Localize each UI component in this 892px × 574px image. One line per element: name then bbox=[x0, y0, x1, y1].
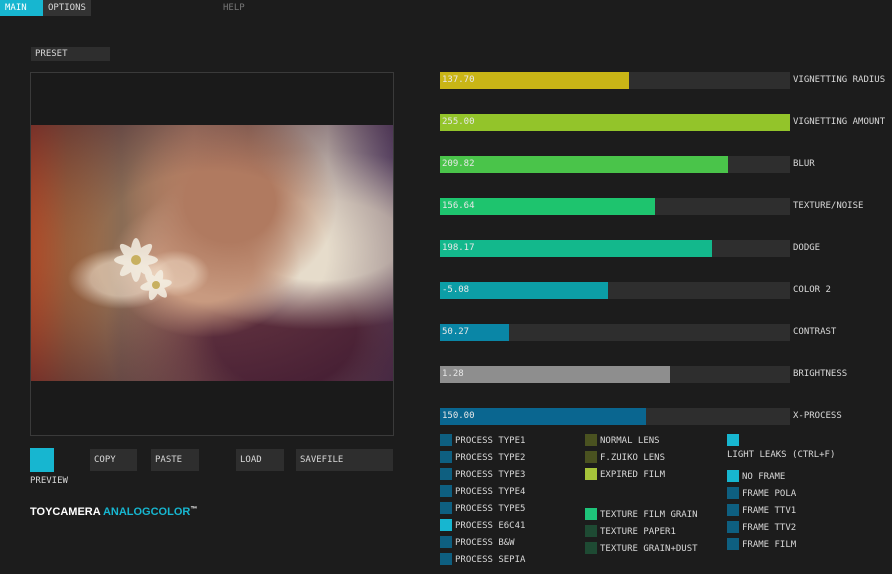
brand-trademark: ™ bbox=[190, 506, 198, 513]
slider-value: 209.82 bbox=[442, 159, 475, 169]
light-leaks-toggle[interactable] bbox=[727, 434, 739, 446]
option-checkbox[interactable] bbox=[585, 542, 597, 554]
slider-label: TEXTURE/NOISE bbox=[793, 201, 864, 211]
option-checkbox[interactable] bbox=[727, 538, 739, 550]
slider-dodge[interactable]: 198.17 bbox=[440, 240, 790, 257]
option-checkbox[interactable] bbox=[585, 468, 597, 480]
option-label: PROCESS TYPE3 bbox=[455, 470, 526, 480]
brand-name-analogcolor: ANALOGCOLOR bbox=[102, 506, 191, 518]
slider-value: -5.08 bbox=[442, 285, 470, 295]
option-checkbox[interactable] bbox=[440, 536, 452, 548]
option-label: PROCESS B&W bbox=[455, 538, 515, 548]
option-label: PROCESS TYPE5 bbox=[455, 504, 526, 514]
option-label: FRAME TTV2 bbox=[742, 523, 797, 533]
slider-vignetting-radius[interactable]: 137.70 bbox=[440, 72, 790, 89]
slider-value: 156.64 bbox=[442, 201, 475, 211]
slider-x-process[interactable]: 150.00 bbox=[440, 408, 790, 425]
option-checkbox[interactable] bbox=[440, 553, 452, 565]
option-checkbox[interactable] bbox=[440, 468, 452, 480]
option-checkbox[interactable] bbox=[585, 508, 597, 520]
preview-label: PREVIEW bbox=[30, 476, 68, 486]
savefile-button[interactable]: SAVEFILE bbox=[296, 449, 393, 471]
slider-value: 255.00 bbox=[442, 117, 475, 127]
slider-color-2[interactable]: -5.08 bbox=[440, 282, 790, 299]
option-checkbox[interactable] bbox=[585, 434, 597, 446]
slider-fill bbox=[440, 240, 712, 257]
preset-button[interactable]: PRESET bbox=[31, 47, 110, 61]
option-checkbox[interactable] bbox=[727, 470, 739, 482]
option-checkbox[interactable] bbox=[440, 519, 452, 531]
option-checkbox[interactable] bbox=[585, 451, 597, 463]
slider-blur[interactable]: 209.82 bbox=[440, 156, 790, 173]
option-label: TEXTURE PAPER1 bbox=[600, 527, 676, 537]
option-label: NO FRAME bbox=[742, 472, 786, 482]
slider-fill bbox=[440, 156, 728, 173]
option-label: FRAME TTV1 bbox=[742, 506, 797, 516]
preview-toggle[interactable] bbox=[30, 448, 54, 472]
slider-value: 50.27 bbox=[442, 327, 470, 337]
tab-main[interactable]: MAIN bbox=[0, 0, 43, 16]
option-label: TEXTURE FILM GRAIN bbox=[600, 510, 698, 520]
option-label: PROCESS TYPE4 bbox=[455, 487, 526, 497]
slider-value: 1.28 bbox=[442, 369, 464, 379]
option-label: PROCESS TYPE1 bbox=[455, 436, 526, 446]
option-checkbox[interactable] bbox=[727, 521, 739, 533]
option-checkbox[interactable] bbox=[727, 504, 739, 516]
slider-label: BLUR bbox=[793, 159, 815, 169]
slider-fill bbox=[440, 114, 790, 131]
slider-label: DODGE bbox=[793, 243, 821, 253]
slider-label: VIGNETTING RADIUS bbox=[793, 75, 886, 85]
option-checkbox[interactable] bbox=[585, 525, 597, 537]
slider-label: CONTRAST bbox=[793, 327, 837, 337]
load-button[interactable]: LOAD bbox=[236, 449, 284, 471]
option-label: F.ZUIKO LENS bbox=[600, 453, 666, 463]
slider-value: 198.17 bbox=[442, 243, 475, 253]
tab-options[interactable]: OPTIONS bbox=[43, 0, 91, 16]
slider-label: COLOR 2 bbox=[793, 285, 831, 295]
slider-texture-noise[interactable]: 156.64 bbox=[440, 198, 790, 215]
option-label: EXPIRED FILM bbox=[600, 470, 666, 480]
tab-help[interactable]: HELP bbox=[218, 0, 258, 16]
slider-vignetting-amount[interactable]: 255.00 bbox=[440, 114, 790, 131]
option-label: FRAME FILM bbox=[742, 540, 797, 550]
option-checkbox[interactable] bbox=[440, 502, 452, 514]
slider-label: BRIGHTNESS bbox=[793, 369, 848, 379]
slider-value: 150.00 bbox=[442, 411, 475, 421]
brand-name-toycamera: TOYCAMERA bbox=[30, 506, 101, 518]
option-label: PROCESS E6C41 bbox=[455, 521, 526, 531]
slider-brightness[interactable]: 1.28 bbox=[440, 366, 790, 383]
option-label: PROCESS TYPE2 bbox=[455, 453, 526, 463]
option-label: FRAME POLA bbox=[742, 489, 797, 499]
option-label: NORMAL LENS bbox=[600, 436, 660, 446]
copy-button[interactable]: COPY bbox=[90, 449, 137, 471]
option-checkbox[interactable] bbox=[440, 451, 452, 463]
paste-button[interactable]: PASTE bbox=[151, 449, 199, 471]
slider-fill bbox=[440, 366, 670, 383]
light-leaks-label: LIGHT LEAKS (CTRL+F) bbox=[727, 450, 836, 460]
option-checkbox[interactable] bbox=[440, 485, 452, 497]
slider-contrast[interactable]: 50.27 bbox=[440, 324, 790, 341]
slider-value: 137.70 bbox=[442, 75, 475, 85]
slider-label: VIGNETTING AMOUNT bbox=[793, 117, 886, 127]
option-label: TEXTURE GRAIN+DUST bbox=[600, 544, 698, 554]
option-checkbox[interactable] bbox=[440, 434, 452, 446]
brand-logo: TOYCAMERA ANALOGCOLOR™ bbox=[30, 506, 197, 518]
slider-label: X-PROCESS bbox=[793, 411, 842, 421]
option-checkbox[interactable] bbox=[727, 487, 739, 499]
preview-vignette bbox=[31, 125, 393, 381]
option-label: PROCESS SEPIA bbox=[455, 555, 526, 565]
